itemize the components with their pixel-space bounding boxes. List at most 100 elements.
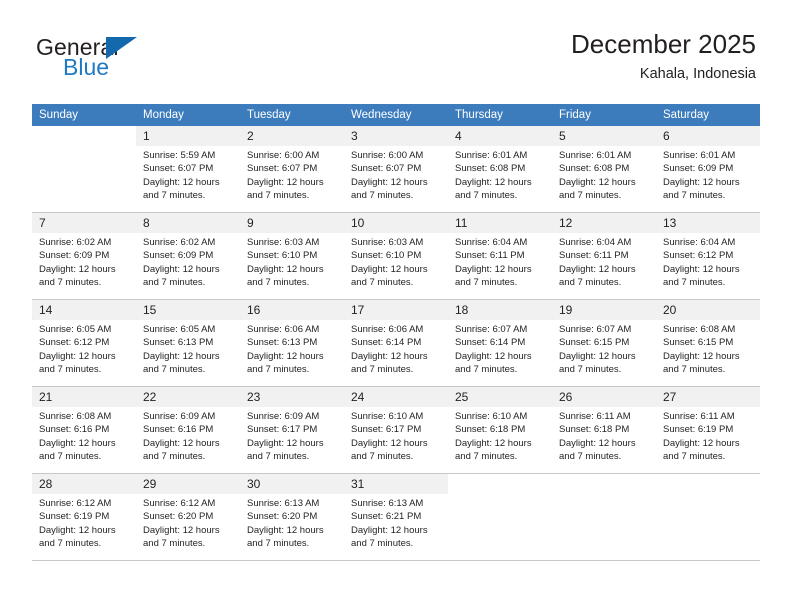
day-cell[interactable]: Sunrise: 6:01 AM Sunset: 6:08 PM Daylight:…	[552, 146, 656, 211]
day-detail-line: Sunrise: 6:08 AM	[663, 324, 736, 335]
day-detail-line: Sunset: 6:12 PM	[39, 337, 110, 349]
day-cell[interactable]: Sunrise: 6:08 AM Sunset: 6:15 PM Daylight:…	[656, 320, 760, 385]
day-number[interactable]: 31	[344, 473, 448, 494]
day-number[interactable]: 10	[344, 212, 448, 233]
day-number[interactable]: 21	[32, 386, 136, 407]
day-detail-line: Sunset: 6:14 PM	[351, 337, 422, 349]
calendar-grid: Sunday Monday Tuesday Wednesday Thursday…	[32, 104, 760, 561]
day-number[interactable]: 20	[656, 299, 760, 320]
day-cell[interactable]: Sunrise: 6:00 AM Sunset: 6:07 PM Daylight:…	[240, 146, 344, 211]
day-cell[interactable]: Sunrise: 6:09 AM Sunset: 6:16 PM Daylight:…	[136, 407, 240, 472]
day-cell[interactable]: Sunrise: 6:06 AM Sunset: 6:13 PM Daylight:…	[240, 320, 344, 385]
day-number[interactable]: 3	[344, 126, 448, 146]
day-detail-line: Daylight: 12 hours	[351, 176, 428, 188]
day-detail-line: and 7 minutes.	[39, 364, 102, 376]
day-number[interactable]: 29	[136, 473, 240, 494]
day-number[interactable]: 23	[240, 386, 344, 407]
day-number[interactable]: 13	[656, 212, 760, 233]
weekday-header-saturday: Saturday	[656, 104, 760, 126]
day-number[interactable]: 16	[240, 299, 344, 320]
calendar-page: General Blue December 2025 Kahala, Indon…	[0, 0, 792, 612]
day-cell[interactable]: Sunrise: 6:12 AM Sunset: 6:19 PM Daylight:…	[32, 494, 136, 559]
day-number[interactable]: 5	[552, 126, 656, 146]
day-number[interactable]: 4	[448, 126, 552, 146]
day-number[interactable]: 15	[136, 299, 240, 320]
week-separator-cell	[448, 559, 552, 561]
day-detail-line: Sunrise: 6:05 AM	[39, 324, 112, 335]
day-detail-line: Sunrise: 6:07 AM	[559, 324, 632, 335]
empty-day-number	[656, 473, 760, 494]
day-detail-line: Sunset: 6:07 PM	[247, 163, 318, 175]
day-cell[interactable]: Sunrise: 6:05 AM Sunset: 6:12 PM Daylight:…	[32, 320, 136, 385]
day-detail-line: Sunrise: 6:04 AM	[455, 237, 528, 248]
day-cell[interactable]: Sunrise: 6:01 AM Sunset: 6:08 PM Daylight:…	[448, 146, 552, 211]
day-number[interactable]: 19	[552, 299, 656, 320]
day-number[interactable]: 30	[240, 473, 344, 494]
day-detail-line: Daylight: 12 hours	[143, 176, 220, 188]
day-cell[interactable]: Sunrise: 6:10 AM Sunset: 6:18 PM Daylight:…	[448, 407, 552, 472]
day-cell[interactable]: Sunrise: 6:04 AM Sunset: 6:11 PM Daylight:…	[552, 233, 656, 298]
page-header: General Blue December 2025 Kahala, Indon…	[0, 0, 792, 82]
empty-day-number	[552, 473, 656, 494]
day-number[interactable]: 8	[136, 212, 240, 233]
empty-day-cell	[448, 494, 552, 559]
day-number[interactable]: 26	[552, 386, 656, 407]
day-number[interactable]: 11	[448, 212, 552, 233]
day-number[interactable]: 25	[448, 386, 552, 407]
day-number[interactable]: 17	[344, 299, 448, 320]
day-detail-line: Sunset: 6:20 PM	[247, 511, 318, 523]
day-cell[interactable]: Sunrise: 6:04 AM Sunset: 6:12 PM Daylight:…	[656, 233, 760, 298]
day-cell[interactable]: Sunrise: 6:13 AM Sunset: 6:21 PM Daylight:…	[344, 494, 448, 559]
day-cell[interactable]: Sunrise: 6:07 AM Sunset: 6:14 PM Daylight:…	[448, 320, 552, 385]
day-detail-line: Sunrise: 6:00 AM	[247, 150, 320, 161]
day-number[interactable]: 18	[448, 299, 552, 320]
day-cell[interactable]: Sunrise: 6:02 AM Sunset: 6:09 PM Daylight:…	[32, 233, 136, 298]
day-cell[interactable]: Sunrise: 6:06 AM Sunset: 6:14 PM Daylight:…	[344, 320, 448, 385]
day-cell[interactable]: Sunrise: 6:12 AM Sunset: 6:20 PM Daylight:…	[136, 494, 240, 559]
day-number[interactable]: 12	[552, 212, 656, 233]
day-cell[interactable]: Sunrise: 6:07 AM Sunset: 6:15 PM Daylight:…	[552, 320, 656, 385]
day-cell[interactable]: Sunrise: 6:08 AM Sunset: 6:16 PM Daylight:…	[32, 407, 136, 472]
day-number[interactable]: 9	[240, 212, 344, 233]
flag-icon	[106, 37, 137, 59]
day-detail-line: and 7 minutes.	[663, 451, 726, 463]
brand-logo[interactable]: General Blue	[36, 34, 256, 86]
week-daynumber-row: 21 22 23 24 25 26 27	[32, 386, 760, 407]
day-number[interactable]: 7	[32, 212, 136, 233]
day-detail-line: Sunset: 6:18 PM	[559, 424, 630, 436]
day-cell[interactable]: Sunrise: 6:02 AM Sunset: 6:09 PM Daylight:…	[136, 233, 240, 298]
day-detail-line: Sunset: 6:09 PM	[663, 163, 734, 175]
day-detail-line: Daylight: 12 hours	[663, 437, 740, 449]
day-cell[interactable]: Sunrise: 6:03 AM Sunset: 6:10 PM Daylight:…	[240, 233, 344, 298]
day-cell[interactable]: Sunrise: 6:11 AM Sunset: 6:19 PM Daylight:…	[656, 407, 760, 472]
day-detail-line: Daylight: 12 hours	[247, 176, 324, 188]
day-cell[interactable]: Sunrise: 6:13 AM Sunset: 6:20 PM Daylight:…	[240, 494, 344, 559]
empty-day-cell	[656, 494, 760, 559]
day-detail-line: Sunset: 6:11 PM	[559, 250, 629, 262]
day-number[interactable]: 22	[136, 386, 240, 407]
day-number[interactable]: 1	[136, 126, 240, 146]
day-cell[interactable]: Sunrise: 6:11 AM Sunset: 6:18 PM Daylight:…	[552, 407, 656, 472]
day-number[interactable]: 27	[656, 386, 760, 407]
day-cell[interactable]: Sunrise: 5:59 AM Sunset: 6:07 PM Daylight:…	[136, 146, 240, 211]
week-separator-cell	[656, 559, 760, 561]
day-number[interactable]: 14	[32, 299, 136, 320]
day-cell[interactable]: Sunrise: 6:03 AM Sunset: 6:10 PM Daylight:…	[344, 233, 448, 298]
day-number[interactable]: 2	[240, 126, 344, 146]
day-cell[interactable]: Sunrise: 6:04 AM Sunset: 6:11 PM Daylight:…	[448, 233, 552, 298]
day-number[interactable]: 24	[344, 386, 448, 407]
day-detail-line: and 7 minutes.	[559, 451, 622, 463]
day-cell[interactable]: Sunrise: 6:10 AM Sunset: 6:17 PM Daylight:…	[344, 407, 448, 472]
day-detail-line: Sunset: 6:09 PM	[143, 250, 214, 262]
day-cell[interactable]: Sunrise: 6:00 AM Sunset: 6:07 PM Daylight:…	[344, 146, 448, 211]
day-detail-line: Sunset: 6:07 PM	[351, 163, 422, 175]
day-detail-line: Daylight: 12 hours	[39, 437, 116, 449]
day-detail-line: Sunset: 6:17 PM	[247, 424, 318, 436]
day-number[interactable]: 6	[656, 126, 760, 146]
day-detail-line: Sunrise: 6:11 AM	[559, 411, 631, 422]
day-cell[interactable]: Sunrise: 6:09 AM Sunset: 6:17 PM Daylight:…	[240, 407, 344, 472]
day-cell[interactable]: Sunrise: 6:01 AM Sunset: 6:09 PM Daylight:…	[656, 146, 760, 211]
day-cell[interactable]: Sunrise: 6:05 AM Sunset: 6:13 PM Daylight:…	[136, 320, 240, 385]
day-detail-line: and 7 minutes.	[39, 277, 102, 289]
day-number[interactable]: 28	[32, 473, 136, 494]
